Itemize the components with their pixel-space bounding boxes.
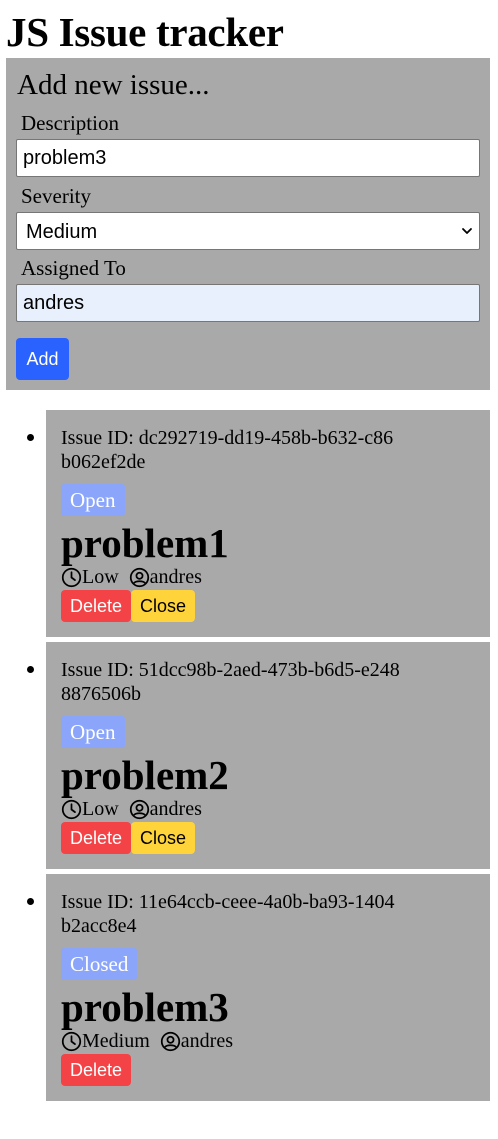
- issue-title: problem1: [61, 520, 229, 566]
- clock-icon: [61, 1031, 82, 1051]
- severity-label: Severity: [21, 184, 91, 208]
- assigned-label: Assigned To: [21, 256, 126, 280]
- issue-card: Issue ID: 51dcc98b-2aed-473b-b6d5-e24888…: [27, 642, 490, 869]
- severity-select[interactable]: Medium: [16, 212, 480, 250]
- issue-card: Issue ID: 11e64ccb-ceee-4a0b-ba93-1404b2…: [27, 874, 490, 1101]
- issue-id: Issue ID: 51dcc98b-2aed-473b-b6d5-e24888…: [61, 659, 400, 705]
- status-badge: Closed: [61, 948, 138, 980]
- issue-id: Issue ID: 11e64ccb-ceee-4a0b-ba93-1404b2…: [61, 891, 395, 937]
- clock-icon: [61, 567, 82, 587]
- delete-button[interactable]: Delete: [61, 822, 132, 854]
- close-button[interactable]: Close: [131, 822, 196, 854]
- issue-severity: Low: [82, 566, 119, 588]
- list-bullet: [27, 898, 34, 905]
- status-badge: Open: [61, 484, 125, 516]
- issue-assignee: andres: [180, 1030, 233, 1052]
- delete-button[interactable]: Delete: [61, 1054, 132, 1086]
- issue-assignee: andres: [149, 798, 202, 820]
- status-badge: Open: [61, 716, 125, 748]
- clock-icon: [61, 799, 82, 819]
- close-button[interactable]: Close: [131, 590, 196, 622]
- add-issue-form: Add new issue... Description Severity Me…: [6, 58, 490, 390]
- user-circle-icon: [160, 1031, 180, 1051]
- list-bullet: [27, 434, 34, 441]
- issue-assignee: andres: [149, 566, 202, 588]
- issue-actions: Delete Close: [61, 822, 196, 854]
- issue-title: problem2: [61, 752, 229, 798]
- add-button[interactable]: Add: [16, 338, 69, 380]
- issue-actions: Delete Close: [61, 590, 196, 622]
- assignee: andres: [129, 796, 202, 822]
- description-label: Description: [21, 111, 119, 135]
- issue-meta: Low andres: [61, 796, 202, 822]
- form-heading: Add new issue...: [17, 69, 210, 101]
- assignee: andres: [160, 1028, 233, 1054]
- user-circle-icon: [129, 799, 149, 819]
- issue-meta: Medium andres: [61, 1028, 233, 1054]
- issue-id: Issue ID: dc292719-dd19-458b-b632-c86b06…: [61, 427, 394, 473]
- description-input[interactable]: [16, 139, 480, 177]
- chevron-down-icon: [462, 228, 472, 234]
- issue-actions: Delete: [61, 1054, 132, 1086]
- issue-severity: Low: [82, 798, 119, 820]
- assignee: andres: [129, 564, 202, 590]
- user-circle-icon: [129, 567, 149, 587]
- assigned-input[interactable]: [16, 284, 480, 322]
- delete-button[interactable]: Delete: [61, 590, 132, 622]
- issue-title: problem3: [61, 984, 229, 1030]
- issue-severity: Medium: [82, 1030, 150, 1052]
- page-title: JS Issue tracker: [6, 9, 284, 55]
- issue-meta: Low andres: [61, 564, 202, 590]
- list-bullet: [27, 666, 34, 673]
- issue-card: Issue ID: dc292719-dd19-458b-b632-c86b06…: [27, 410, 490, 637]
- severity-select-value: Medium: [26, 221, 98, 243]
